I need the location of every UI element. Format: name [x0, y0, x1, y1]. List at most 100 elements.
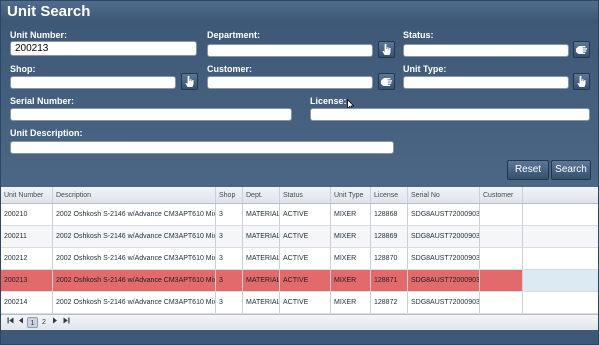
page-2-link[interactable]: 2 — [39, 317, 49, 328]
hand-point-right-icon — [575, 46, 587, 54]
table-cell: 3 — [216, 226, 243, 247]
table-row-filler — [523, 292, 598, 313]
table-cell: MATERIAL — [243, 248, 280, 269]
table-cell — [480, 248, 523, 269]
table-cell: 2002 Oshkosh S-2146 w/Advance CM3APT610 … — [53, 204, 216, 225]
status-input[interactable] — [403, 44, 569, 57]
table-cell: ACTIVE — [280, 248, 331, 269]
results-grid: Unit Number Description Shop Dept. Status Uni… — [1, 187, 598, 314]
table-cell: 128870 — [371, 248, 408, 269]
grid-pager: 1 2 — [1, 314, 598, 330]
table-cell: 200213 — [1, 270, 53, 291]
table-cell: MATERIAL — [243, 270, 280, 291]
column-header[interactable]: Dept. — [243, 187, 280, 203]
column-header[interactable]: Shop — [216, 187, 243, 203]
hand-pointer-icon — [577, 76, 586, 87]
table-cell: 2002 Oshkosh S-2146 w/Advance CM3APT610 … — [53, 248, 216, 269]
table-cell: 3 — [216, 204, 243, 225]
table-cell: 128869 — [371, 226, 408, 247]
unit-description-input[interactable] — [10, 141, 394, 154]
table-cell: ACTIVE — [280, 226, 331, 247]
hand-pointer-icon — [382, 44, 391, 55]
customer-input[interactable] — [207, 76, 373, 89]
column-header[interactable]: Unit Type — [331, 187, 371, 203]
table-cell — [480, 204, 523, 225]
table-cell: 2002 Oshkosh S-2146 w/Advance CM3APT610 … — [53, 226, 216, 247]
department-label: Department: — [207, 30, 261, 40]
table-cell: 128871 — [371, 270, 408, 291]
page-1-link[interactable]: 1 — [27, 317, 38, 328]
table-cell: 2002 Oshkosh S-2146 w/Advance CM3APT610 … — [53, 292, 216, 313]
first-page-icon[interactable] — [5, 317, 15, 328]
table-row-filler — [523, 226, 598, 247]
table-cell: SDG8AUST720009038 — [408, 270, 480, 291]
status-label: Status: — [403, 30, 434, 40]
table-row-filler — [523, 248, 598, 269]
table-cell: 200214 — [1, 292, 53, 313]
last-page-icon[interactable] — [61, 317, 71, 328]
column-header[interactable]: Status — [280, 187, 331, 203]
search-form: Unit Number: 200213 Department: Status: … — [1, 23, 598, 187]
license-input[interactable] — [310, 108, 590, 121]
unit-description-label: Unit Description: — [10, 128, 83, 138]
next-page-icon[interactable] — [50, 317, 60, 328]
table-cell — [480, 270, 523, 291]
hand-point-right-icon — [380, 78, 392, 86]
unit-number-label: Unit Number: — [10, 30, 67, 40]
table-cell: SDG8AUST720009039 — [408, 292, 480, 313]
table-cell: 200211 — [1, 226, 53, 247]
customer-pick-button[interactable] — [378, 73, 395, 90]
table-row[interactable]: 200210 2002 Oshkosh S-2146 w/Advance CM3A… — [1, 204, 598, 226]
grid-header: Unit Number Description Shop Dept. Status Uni… — [1, 187, 598, 204]
unit-type-input[interactable] — [403, 76, 569, 89]
serial-number-label: Serial Number: — [10, 96, 75, 106]
table-cell: SDG8AUST720009035 — [408, 204, 480, 225]
window-title: Unit Search — [1, 1, 598, 23]
column-header[interactable]: License — [371, 187, 408, 203]
table-cell: 2002 Oshkosh S-2146 w/Advance CM3APT610 … — [53, 270, 216, 291]
table-row-filler — [523, 270, 598, 291]
customer-label: Customer: — [207, 64, 253, 74]
table-cell: ACTIVE — [280, 292, 331, 313]
table-cell: MIXER — [331, 226, 371, 247]
table-cell: MIXER — [331, 270, 371, 291]
table-row[interactable]: 200212 2002 Oshkosh S-2146 w/Advance CM3A… — [1, 248, 598, 270]
table-cell: MATERIAL — [243, 204, 280, 225]
hand-pointer-icon — [185, 76, 194, 87]
department-input[interactable] — [207, 44, 373, 57]
table-row-selected[interactable]: 200213 2002 Oshkosh S-2146 w/Advance CM3A… — [1, 270, 598, 292]
table-cell: SDG8AUST720009036 — [408, 226, 480, 247]
serial-number-input[interactable] — [10, 108, 292, 121]
prev-page-icon[interactable] — [16, 317, 26, 328]
status-pick-button[interactable] — [573, 41, 590, 58]
table-cell: MATERIAL — [243, 292, 280, 313]
unit-number-input[interactable]: 200213 — [10, 41, 197, 56]
table-cell: 200210 — [1, 204, 53, 225]
table-cell: ACTIVE — [280, 270, 331, 291]
column-header[interactable]: Customer — [480, 187, 523, 203]
table-cell: SDG8AUST720009037 — [408, 248, 480, 269]
column-header[interactable]: Serial No — [408, 187, 480, 203]
table-cell: 3 — [216, 248, 243, 269]
table-row[interactable]: 200214 2002 Oshkosh S-2146 w/Advance CM3A… — [1, 292, 598, 314]
table-cell — [480, 292, 523, 313]
column-header[interactable]: Description — [53, 187, 216, 203]
column-header[interactable]: Unit Number — [1, 187, 53, 203]
shop-pick-button[interactable] — [181, 73, 198, 90]
status-bar — [1, 330, 598, 344]
unit-type-pick-button[interactable] — [573, 73, 590, 90]
unit-type-label: Unit Type: — [403, 64, 447, 74]
table-cell: MIXER — [331, 248, 371, 269]
table-cell: 3 — [216, 270, 243, 291]
table-cell: ACTIVE — [280, 204, 331, 225]
department-pick-button[interactable] — [378, 41, 395, 58]
reset-button[interactable]: Reset — [507, 160, 549, 180]
table-row[interactable]: 200211 2002 Oshkosh S-2146 w/Advance CM3A… — [1, 226, 598, 248]
table-cell: MIXER — [331, 204, 371, 225]
table-cell: 200212 — [1, 248, 53, 269]
table-cell: 3 — [216, 292, 243, 313]
shop-input[interactable] — [10, 76, 176, 89]
table-row-filler — [523, 204, 598, 225]
shop-label: Shop: — [10, 64, 36, 74]
search-button[interactable]: Search — [551, 160, 591, 180]
